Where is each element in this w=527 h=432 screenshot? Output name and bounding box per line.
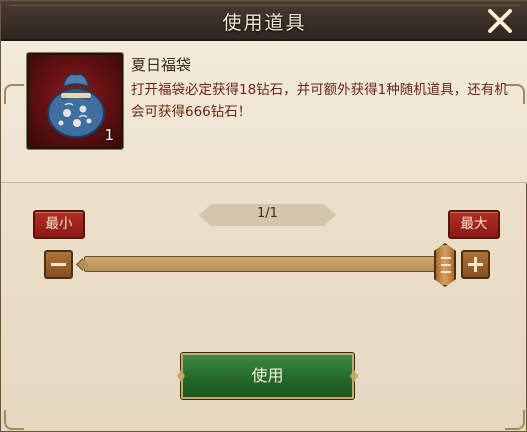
quantity-display: 1/1	[257, 206, 278, 221]
plus-icon[interactable]	[461, 250, 490, 279]
quantity-section: 1/1 最小 最大 使用	[1, 183, 527, 432]
grip-line	[441, 271, 451, 273]
dialog-title: 使用道具	[222, 12, 307, 34]
use-item-dialog: 使用道具 1 夏日福袋 打开福袋必定获得18钻石，并可额外获得1种随机道具，还有…	[0, 0, 527, 432]
item-info-section: 1 夏日福袋 打开福袋必定获得18钻石，并可额外获得1种随机道具，还有机会可获得…	[1, 41, 527, 183]
item-name: 夏日福袋	[131, 56, 192, 74]
grip-line	[441, 257, 451, 259]
item-description: 打开福袋必定获得18钻石，并可额外获得1种随机道具，还有机会可获得666钻石！	[131, 82, 508, 120]
close-button[interactable]	[466, 1, 527, 41]
dialog-header: 使用道具	[1, 1, 527, 41]
min-button[interactable]: 最小	[33, 210, 85, 239]
close-x-icon	[488, 9, 512, 33]
use-button[interactable]: 使用	[181, 353, 354, 399]
corner-ornament	[4, 84, 24, 104]
quantity-slider-track[interactable]	[84, 256, 451, 272]
corner-ornament	[4, 410, 24, 430]
corner-ornament	[505, 410, 525, 430]
max-button[interactable]: 最大	[448, 210, 500, 239]
minus-icon[interactable]	[44, 250, 73, 279]
grip-line	[441, 264, 451, 266]
lucky-bag-icon	[47, 73, 105, 138]
item-count: 1	[104, 126, 114, 144]
item-card: 1	[27, 53, 123, 149]
quantity-slider-handle[interactable]	[434, 243, 456, 287]
